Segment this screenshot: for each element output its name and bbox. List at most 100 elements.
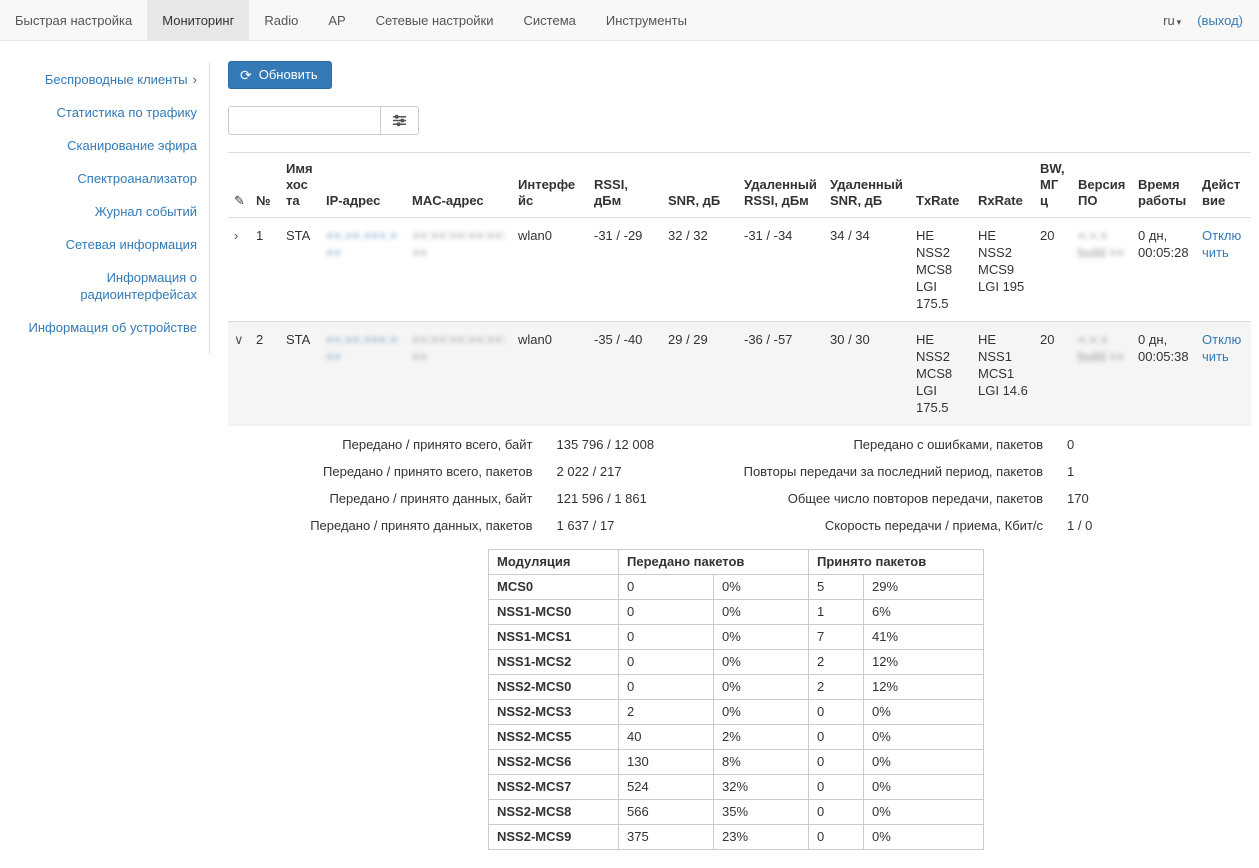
mod-tx-count: 0: [619, 600, 714, 625]
modulation-row: NSS2-MCS752432%00%: [489, 775, 984, 800]
nav-tab-monitoring[interactable]: Мониторинг: [147, 0, 249, 40]
client-ip-link[interactable]: ××.××.×××.×××: [326, 228, 398, 260]
mod-rx-pct: 12%: [864, 675, 984, 700]
mod-tx-pct: 0%: [714, 700, 809, 725]
client-txrate: HE NSS2 MCS8 LGI 175.5: [910, 322, 972, 426]
collapse-row-icon[interactable]: ∨: [234, 332, 244, 347]
nav-tab-radio[interactable]: Radio: [249, 0, 313, 40]
filter-options-button[interactable]: [381, 106, 419, 135]
disconnect-link[interactable]: Отключить: [1202, 228, 1241, 260]
col-rssi: RSSI, дБм: [588, 153, 662, 218]
client-snr: 29 / 29: [662, 322, 738, 426]
modulation-row: NSS1-MCS000%16%: [489, 600, 984, 625]
details-right-column: Передано с ошибками, пакетов0 Повторы пе…: [739, 431, 1250, 539]
sidebar: Беспроводные клиенты › Статистика по траф…: [0, 41, 210, 354]
mod-tx-count: 0: [619, 575, 714, 600]
mod-rx-count: 2: [809, 675, 864, 700]
sidebar-item-spectrum-analyzer[interactable]: Спектроанализатор: [10, 162, 197, 195]
client-interface: wlan0: [512, 322, 588, 426]
client-details: Передано / принято всего, байт135 796 / …: [228, 431, 1249, 539]
modulation-row: NSS2-MCS856635%00%: [489, 800, 984, 825]
col-txrate: TxRate: [910, 153, 972, 218]
mod-tx-count: 524: [619, 775, 714, 800]
col-remote-rssi: Удаленный RSSI, дБм: [738, 153, 824, 218]
nav-tab-system[interactable]: Система: [509, 0, 591, 40]
modulation-row: MCS000%529%: [489, 575, 984, 600]
col-hostname: Имя хоста: [280, 153, 320, 218]
sidebar-item-label: Беспроводные клиенты: [45, 72, 188, 87]
language-select[interactable]: ru▾: [1163, 13, 1181, 28]
chevron-right-icon: ›: [193, 72, 197, 87]
modulation-row: NSS2-MCS61308%00%: [489, 750, 984, 775]
client-uptime: 0 дн, 00:05:28: [1132, 218, 1196, 322]
modulation-row: NSS2-MCS000%212%: [489, 675, 984, 700]
mod-name: NSS2-MCS9: [489, 825, 619, 850]
mod-tx-pct: 35%: [714, 800, 809, 825]
disconnect-link[interactable]: Отключить: [1202, 332, 1241, 364]
sidebar-item-wireless-clients[interactable]: Беспроводные клиенты ›: [10, 63, 197, 96]
sidebar-item-device-info[interactable]: Информация об устройстве: [10, 311, 197, 344]
sidebar-item-air-scan[interactable]: Сканирование эфира: [10, 129, 197, 162]
language-label: ru: [1163, 13, 1175, 28]
refresh-button[interactable]: ⟳ Обновить: [228, 61, 332, 89]
nav-tab-quick-setup[interactable]: Быстрая настройка: [0, 0, 147, 40]
nav-tab-tools[interactable]: Инструменты: [591, 0, 702, 40]
client-remote-rssi: -36 / -57: [738, 322, 824, 426]
mod-rx-count: 5: [809, 575, 864, 600]
stat-row: Передано / принято всего, байт135 796 / …: [228, 431, 739, 458]
mod-tx-pct: 8%: [714, 750, 809, 775]
refresh-label: Обновить: [259, 67, 318, 82]
logout-link[interactable]: (выход): [1197, 13, 1243, 28]
mod-rx-count: 2: [809, 650, 864, 675]
modulation-row: NSS1-MCS100%741%: [489, 625, 984, 650]
client-rxrate: HE NSS1 MCS1 LGI 14.6: [972, 322, 1034, 426]
expand-row-icon[interactable]: ›: [234, 228, 238, 243]
mod-name: NSS2-MCS7: [489, 775, 619, 800]
modulation-header-row: Модуляция Передано пакетов Принято пакет…: [489, 550, 984, 575]
mod-name: NSS1-MCS0: [489, 600, 619, 625]
client-interface: wlan0: [512, 218, 588, 322]
mod-name: NSS2-MCS8: [489, 800, 619, 825]
mod-rx-pct: 0%: [864, 725, 984, 750]
stat-row: Скорость передачи / приема, Кбит/с1 / 0: [739, 512, 1250, 539]
mod-tx-pct: 32%: [714, 775, 809, 800]
sidebar-menu: Беспроводные клиенты › Статистика по траф…: [0, 63, 210, 354]
clients-header-row: ✎ № Имя хоста IP-адрес MAC-адрес Интерфе…: [228, 153, 1251, 218]
wireless-clients-table: ✎ № Имя хоста IP-адрес MAC-адрес Интерфе…: [228, 152, 1251, 426]
stat-value: 1 / 0: [1043, 512, 1249, 539]
nav-tab-network-settings[interactable]: Сетевые настройки: [361, 0, 509, 40]
mod-tx-count: 566: [619, 800, 714, 825]
stat-label: Передано / принято всего, пакетов: [228, 458, 533, 485]
filter-input[interactable]: [228, 106, 381, 135]
mod-name: NSS2-MCS5: [489, 725, 619, 750]
col-uptime: Время работы: [1132, 153, 1196, 218]
client-mac: ××:××:××:××:××:××: [412, 228, 506, 260]
sliders-icon: [392, 113, 407, 128]
mod-rx-pct: 0%: [864, 700, 984, 725]
mod-col-modulation: Модуляция: [489, 550, 619, 575]
mod-rx-pct: 0%: [864, 800, 984, 825]
sidebar-item-network-information[interactable]: Сетевая информация: [10, 228, 197, 261]
client-mac: ××:××:××:××:××:××: [412, 332, 506, 364]
client-ip-link[interactable]: ××.××.×××.×××: [326, 332, 398, 364]
mod-tx-pct: 0%: [714, 650, 809, 675]
mod-tx-pct: 0%: [714, 600, 809, 625]
modulation-row: NSS2-MCS937523%00%: [489, 825, 984, 850]
client-bw: 20: [1034, 218, 1072, 322]
col-interface: Интерфейс: [512, 153, 588, 218]
nav-tab-ap[interactable]: AP: [313, 0, 360, 40]
sidebar-item-radio-interfaces-info[interactable]: Информация о радиоинтерфейсах: [10, 261, 197, 311]
col-fw-version: Версия ПО: [1072, 153, 1132, 218]
col-snr: SNR, дБ: [662, 153, 738, 218]
mod-tx-pct: 0%: [714, 625, 809, 650]
stat-row: Передано / принято всего, пакетов2 022 /…: [228, 458, 739, 485]
mod-name: NSS2-MCS3: [489, 700, 619, 725]
client-uptime: 0 дн, 00:05:38: [1132, 322, 1196, 426]
sidebar-item-traffic-statistics[interactable]: Статистика по трафику: [10, 96, 197, 129]
client-remote-snr: 34 / 34: [824, 218, 910, 322]
modulation-row: NSS2-MCS320%00%: [489, 700, 984, 725]
stat-row: Общее число повторов передачи, пакетов17…: [739, 485, 1250, 512]
mod-rx-count: 0: [809, 800, 864, 825]
stat-value: 1 637 / 17: [533, 512, 739, 539]
sidebar-item-event-log[interactable]: Журнал событий: [10, 195, 197, 228]
